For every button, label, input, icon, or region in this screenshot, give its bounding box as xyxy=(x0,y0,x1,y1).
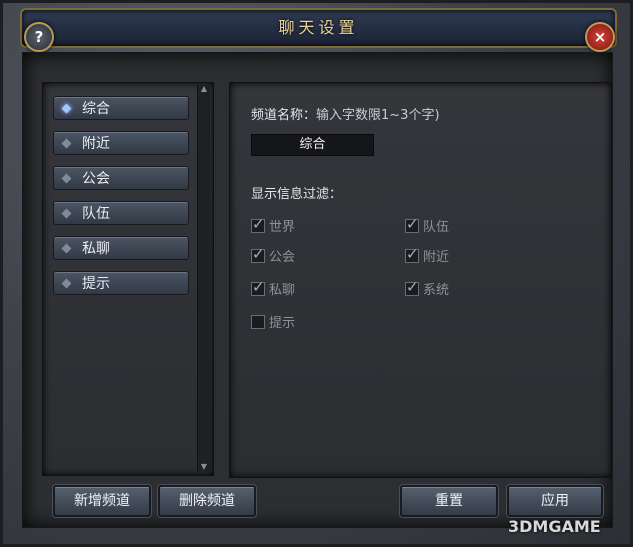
filter-label-text: 世界 xyxy=(269,220,296,235)
filter-nearby[interactable]: 附近 xyxy=(405,245,450,265)
channel-item-guild[interactable]: 公会 xyxy=(53,166,189,190)
channel-item-tips[interactable]: 提示 xyxy=(53,271,189,295)
checkbox-icon[interactable] xyxy=(251,215,265,233)
channel-name-label: 频道名称：输入字数限1~3个字) xyxy=(251,104,440,123)
filter-label-text: 公会 xyxy=(269,250,296,265)
filter-label-text: 系统 xyxy=(423,283,450,298)
diamond-icon xyxy=(61,278,72,289)
help-icon: ? xyxy=(34,28,44,46)
delete-channel-button[interactable]: 删除频道 xyxy=(158,485,256,517)
diamond-icon xyxy=(61,173,72,184)
filter-label: 显示信息过滤： xyxy=(251,187,343,202)
filter-label-text: 队伍 xyxy=(423,220,450,235)
checkbox-icon[interactable] xyxy=(405,215,419,233)
checkbox-icon[interactable] xyxy=(405,278,419,296)
reset-button[interactable]: 重置 xyxy=(400,485,498,517)
channel-item-team[interactable]: 队伍 xyxy=(53,201,189,225)
filter-tips[interactable]: 提示 xyxy=(251,312,295,331)
channel-item-private[interactable]: 私聊 xyxy=(53,236,189,260)
filter-label-text: 私聊 xyxy=(269,283,296,298)
apply-button[interactable]: 应用 xyxy=(507,485,603,517)
diamond-icon xyxy=(61,243,72,254)
channel-label: 综合 xyxy=(82,101,110,117)
close-button[interactable]: × xyxy=(585,22,615,52)
scroll-up-icon[interactable]: ▲ xyxy=(198,84,210,94)
close-icon: × xyxy=(593,28,607,46)
filter-label-text: 附近 xyxy=(423,250,450,265)
channel-label: 公会 xyxy=(82,171,110,187)
channel-list-scrollbar[interactable]: ▲ ▼ xyxy=(197,84,210,472)
title-bar: 聊天设置 xyxy=(20,8,617,48)
filter-label-text: 提示 xyxy=(269,316,296,331)
channel-item-general[interactable]: 综合 xyxy=(53,96,189,120)
channel-label: 提示 xyxy=(82,276,110,292)
channel-name-label-text: 频道名称： xyxy=(251,108,317,123)
filter-guild[interactable]: 公会 xyxy=(251,245,296,265)
diamond-icon xyxy=(61,208,72,219)
watermark-logo: 3DMGAME xyxy=(508,517,601,536)
filter-team[interactable]: 队伍 xyxy=(405,215,450,235)
channel-item-nearby[interactable]: 附近 xyxy=(53,131,189,155)
add-channel-button[interactable]: 新增频道 xyxy=(53,485,151,517)
filter-private[interactable]: 私聊 xyxy=(251,278,296,298)
diamond-icon xyxy=(61,103,72,114)
filter-world[interactable]: 世界 xyxy=(251,215,296,235)
channel-label: 队伍 xyxy=(82,206,110,222)
help-button[interactable]: ? xyxy=(24,22,54,52)
channel-name-input[interactable]: 综合 xyxy=(251,134,374,156)
checkbox-icon[interactable] xyxy=(251,245,265,263)
window-title: 聊天设置 xyxy=(278,18,359,37)
filter-system[interactable]: 系统 xyxy=(405,278,450,298)
channel-label: 私聊 xyxy=(82,241,110,257)
checkbox-icon[interactable] xyxy=(251,314,265,329)
channel-label: 附近 xyxy=(82,136,110,152)
checkbox-icon[interactable] xyxy=(405,245,419,263)
channel-name-hint: 输入字数限1~3个字) xyxy=(316,108,440,123)
checkbox-icon[interactable] xyxy=(251,278,265,296)
diamond-icon xyxy=(61,138,72,149)
scroll-down-icon[interactable]: ▼ xyxy=(198,462,210,472)
